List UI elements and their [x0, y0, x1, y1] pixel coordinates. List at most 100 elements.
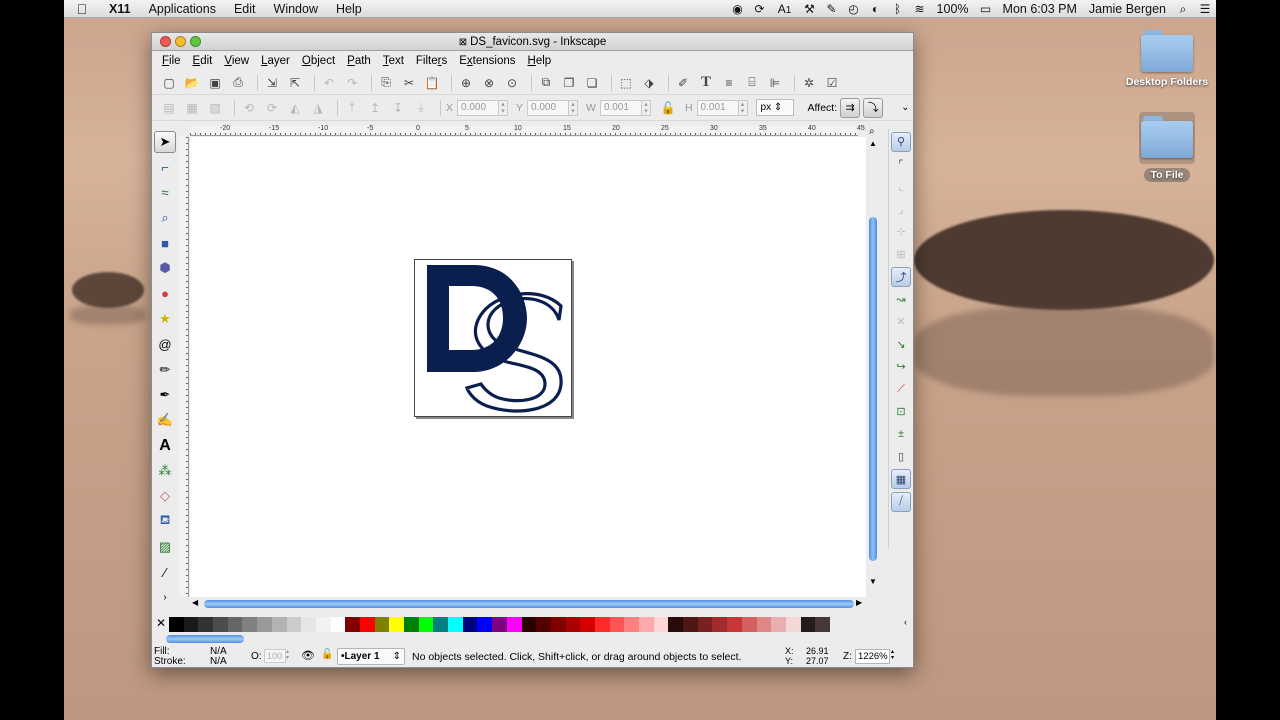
- lock-layer-icon[interactable]: 🔓: [321, 649, 333, 660]
- menubar-item-help[interactable]: Help: [327, 0, 371, 18]
- palette-swatch[interactable]: [771, 616, 786, 632]
- layer-select[interactable]: •Layer 1 ⇕: [337, 648, 405, 665]
- palette-scrollbar[interactable]: [166, 634, 899, 644]
- snap-paths-icon[interactable]: ↝: [891, 289, 911, 309]
- opacity-input[interactable]: 100: [264, 649, 286, 663]
- snap-smooth-nodes-icon[interactable]: ↪: [891, 357, 911, 377]
- lock-proportions-icon[interactable]: 🔓: [659, 99, 677, 117]
- fill-stroke-icon[interactable]: ✐: [674, 74, 692, 92]
- ungroup-icon[interactable]: ⬗: [640, 74, 658, 92]
- duplicate-icon[interactable]: ⧉: [537, 74, 555, 92]
- rectangle-tool-icon[interactable]: ■: [154, 232, 176, 254]
- app-menu-item[interactable]: Extensions: [453, 55, 521, 67]
- cut-icon[interactable]: ✂: [400, 74, 418, 92]
- app-menu-item[interactable]: Path: [341, 55, 377, 67]
- palette-swatch[interactable]: [741, 616, 757, 632]
- palette-swatch[interactable]: [639, 616, 654, 632]
- bluetooth-icon[interactable]: ᛒ: [890, 2, 906, 16]
- palette-swatch[interactable]: [668, 616, 684, 632]
- palette-swatch[interactable]: [609, 616, 625, 632]
- snap-bbox-center-icon[interactable]: ⊞: [891, 244, 911, 264]
- w-input[interactable]: 0.001: [599, 99, 642, 116]
- desktop-folder-desktop-folders[interactable]: Desktop Folders: [1122, 30, 1212, 88]
- 3d-box-tool-icon[interactable]: ⬢: [154, 257, 176, 279]
- palette-swatch[interactable]: [389, 616, 404, 632]
- copy-icon[interactable]: ⎘: [377, 74, 395, 92]
- deselect-icon[interactable]: ▧: [206, 99, 224, 117]
- star-tool-icon[interactable]: ★: [154, 308, 176, 330]
- node-tool-icon[interactable]: ⌐: [154, 156, 176, 178]
- snap-intersections-icon[interactable]: ✕: [891, 312, 911, 332]
- horizontal-scrollbar[interactable]: ◀ ▶: [190, 597, 866, 611]
- snap-grid-icon[interactable]: ▦: [891, 469, 911, 489]
- vertical-scroll-thumb[interactable]: [869, 217, 877, 561]
- zoom-drawing-icon[interactable]: ⊗: [480, 74, 498, 92]
- tools-icon[interactable]: ⚒: [802, 2, 818, 16]
- palette-swatch[interactable]: [712, 616, 728, 632]
- adobe-icon[interactable]: A1: [774, 2, 796, 16]
- toolbar-overflow-chevron-icon[interactable]: ⌄: [901, 102, 909, 113]
- menubar-app-name[interactable]: X11: [100, 0, 140, 18]
- palette-swatch[interactable]: [418, 616, 434, 632]
- h-spinner[interactable]: ▴ ▾: [738, 99, 748, 116]
- palette-swatch[interactable]: [521, 616, 537, 632]
- xml-editor-icon[interactable]: ⌸: [743, 74, 761, 92]
- horizontal-scroll-thumb[interactable]: [204, 600, 854, 608]
- time-machine-icon[interactable]: ◴: [846, 2, 862, 16]
- palette-scroll-thumb[interactable]: [166, 635, 244, 643]
- rotate-cw-icon[interactable]: ⟳: [263, 99, 281, 117]
- y-input[interactable]: 0.000: [527, 99, 570, 116]
- palette-swatch[interactable]: [404, 616, 419, 632]
- spiral-tool-icon[interactable]: @: [154, 333, 176, 355]
- snap-enable-icon[interactable]: ⚲: [891, 131, 911, 152]
- palette-swatch[interactable]: [448, 616, 463, 632]
- vertical-ruler[interactable]: [179, 137, 189, 597]
- snap-bbox-midpoint-icon[interactable]: ⊹: [891, 222, 911, 242]
- lower-to-bottom-icon[interactable]: ⤓: [412, 99, 430, 117]
- scroll-down-arrow-icon[interactable]: ▼: [869, 577, 877, 586]
- app-menu-item[interactable]: Edit: [187, 55, 219, 67]
- wifi-icon[interactable]: ≋: [912, 2, 928, 16]
- zoom-button[interactable]: [190, 36, 201, 47]
- palette-swatch[interactable]: [227, 616, 243, 632]
- text-font-icon[interactable]: T: [697, 74, 715, 92]
- palette-swatch[interactable]: [550, 616, 566, 632]
- save-icon[interactable]: ▣: [206, 74, 224, 92]
- no-paint-swatch-icon[interactable]: ✕: [154, 617, 168, 631]
- align-distribute-icon[interactable]: ⊫: [766, 74, 784, 92]
- window-titlebar[interactable]: ⊠ DS_favicon.svg - Inkscape: [152, 33, 913, 51]
- palette-swatch[interactable]: [301, 616, 316, 632]
- ellipse-tool-icon[interactable]: ●: [154, 283, 176, 305]
- ds-logo[interactable]: [415, 260, 573, 418]
- scroll-left-arrow-icon[interactable]: ◀: [192, 598, 198, 607]
- export-icon[interactable]: ⇱: [286, 74, 304, 92]
- palette-menu-chevron-icon[interactable]: ‹: [904, 617, 907, 627]
- snap-bbox-icon[interactable]: ⌜: [891, 154, 911, 174]
- app-menu-item[interactable]: Layer: [255, 55, 296, 67]
- undo-icon[interactable]: ↶: [320, 74, 338, 92]
- menubar-item-applications[interactable]: Applications: [140, 0, 225, 18]
- app-menu-item[interactable]: Object: [296, 55, 341, 67]
- layers-icon[interactable]: ≡: [720, 74, 738, 92]
- h-input[interactable]: 0.001: [696, 99, 739, 116]
- palette-swatch[interactable]: [653, 616, 669, 632]
- toolbox-expand-chevron-icon[interactable]: ›: [154, 586, 176, 608]
- palette-swatch[interactable]: [242, 616, 258, 632]
- palette-swatch[interactable]: [506, 616, 522, 632]
- palette-swatch[interactable]: [462, 616, 478, 632]
- app-menu-item[interactable]: Text: [377, 55, 410, 67]
- affect-stroke-scale-button[interactable]: ⇉: [840, 97, 861, 118]
- palette-swatch[interactable]: [624, 616, 639, 632]
- app-menu-item[interactable]: View: [218, 55, 255, 67]
- record-icon[interactable]: ◉: [730, 2, 746, 16]
- snap-nodes-icon[interactable]: ⤴: [891, 266, 911, 287]
- palette-swatch[interactable]: [271, 616, 287, 632]
- document-properties-icon[interactable]: ☑: [823, 74, 841, 92]
- new-document-icon[interactable]: ▢: [160, 74, 178, 92]
- snap-bbox-corner-icon[interactable]: ⌟: [891, 199, 911, 219]
- select-all-layers-icon[interactable]: ▦: [183, 99, 201, 117]
- app-menu-item[interactable]: File: [156, 55, 187, 67]
- unlink-clone-icon[interactable]: ❏: [583, 74, 601, 92]
- flip-vertical-icon[interactable]: ◮: [309, 99, 327, 117]
- snap-object-centers-icon[interactable]: ⊡: [891, 402, 911, 422]
